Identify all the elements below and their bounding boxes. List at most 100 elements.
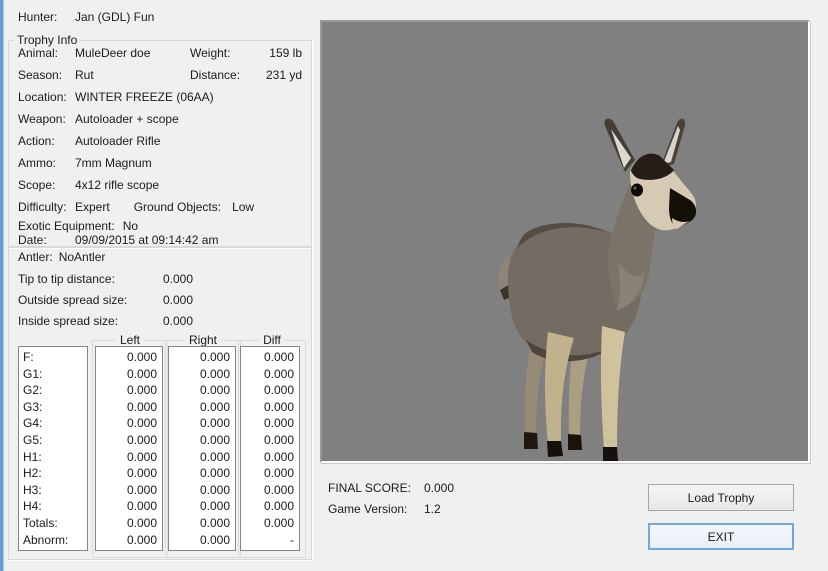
left-value: 0.000 [126, 432, 157, 447]
mule-deer-image [498, 118, 697, 461]
left-column-header: Left [115, 333, 145, 347]
diff-column-header: Diff [259, 333, 285, 347]
left-value: 0.000 [126, 466, 157, 481]
right-value: 0.000 [199, 432, 230, 447]
right-value: 0.000 [199, 366, 230, 381]
ammo-label: Ammo: [18, 156, 57, 170]
left-value: 0.000 [126, 383, 157, 398]
row-label: H2: [23, 466, 42, 481]
trophy-viewer-window: Hunter: Jan (GDL) Fun Trophy Info Animal… [0, 0, 828, 571]
right-value: 0.000 [199, 399, 230, 414]
date-row: Date: 09/09/2015 at 09:14:42 am [18, 233, 218, 247]
outside-spread-label: Outside spread size: [18, 293, 128, 307]
left-value: 0.000 [126, 350, 157, 364]
hunter-label: Hunter: [18, 10, 58, 24]
row-label: F: [23, 350, 34, 364]
weapon-row: Weapon: Autoloader + scope [18, 112, 179, 126]
scope-value: 4x12 rifle scope [75, 178, 160, 192]
difficulty-label: Difficulty: [18, 200, 67, 214]
row-label: H3: [23, 482, 42, 497]
weight-label: Weight: [190, 46, 231, 60]
right-value: 0.000 [199, 416, 230, 431]
animal-value: MuleDeer doe [75, 46, 151, 60]
exotic-equipment-label: Exotic Equipment: [18, 219, 115, 233]
season-label: Season: [18, 68, 63, 82]
antler-row: Antler: NoAntler [18, 250, 105, 264]
row-label: G5: [23, 432, 43, 447]
exit-button[interactable]: EXIT [648, 523, 794, 550]
season-value: Rut [75, 68, 94, 82]
ammo-value: 7mm Magnum [75, 156, 152, 170]
final-score-value: 0.000 [424, 481, 455, 495]
diff-values-listbox[interactable]: 0.000 0.000 0.000 0.000 0.000 0.000 0.00… [240, 346, 300, 551]
diff-value: 0.000 [263, 499, 294, 514]
row-label: Abnorm: [23, 532, 69, 547]
weapon-label: Weapon: [18, 112, 66, 126]
animal-label: Animal: [18, 46, 59, 60]
ground-objects-label: Ground Objects: [133, 200, 222, 214]
weapon-value: Autoloader + scope [75, 112, 179, 126]
diff-value: 0.000 [263, 416, 294, 431]
outside-spread-value: 0.000 [163, 293, 194, 307]
left-value: 0.000 [126, 366, 157, 381]
diff-value: - [290, 532, 294, 547]
right-value: 0.000 [199, 466, 230, 481]
row-label: G4: [23, 416, 43, 431]
right-value: 0.000 [199, 532, 230, 547]
trophy-info-legend: Trophy Info [14, 33, 81, 47]
diff-value: 0.000 [263, 383, 294, 398]
ground-objects-value: Low [232, 200, 255, 214]
diff-value: 0.000 [263, 466, 294, 481]
row-label: H4: [23, 499, 42, 514]
right-values-listbox[interactable]: 0.000 0.000 0.000 0.000 0.000 0.000 0.00… [168, 346, 236, 551]
diff-value: 0.000 [263, 366, 294, 381]
right-value: 0.000 [199, 350, 230, 364]
antler-value: NoAntler [58, 250, 106, 264]
diff-value: 0.000 [263, 399, 294, 414]
distance-label: Distance: [190, 68, 241, 82]
location-row: Location: WINTER FREEZE (06AA) [18, 90, 214, 104]
weight-value: 159 lb [269, 46, 302, 60]
difficulty-row: Difficulty: Expert Ground Objects: Low [18, 200, 254, 214]
row-label: G2: [23, 383, 43, 398]
right-value: 0.000 [199, 482, 230, 497]
difficulty-value: Expert [75, 200, 110, 214]
right-value: 0.000 [199, 449, 230, 464]
tip-to-tip-label: Tip to tip distance: [18, 272, 115, 286]
left-value: 0.000 [126, 416, 157, 431]
outside-spread-row: Outside spread size: 0.000 [18, 293, 193, 307]
diff-value: 0.000 [263, 432, 294, 447]
inside-spread-label: Inside spread size: [18, 314, 119, 328]
season-row: Season: Rut Distance: 231 yd [18, 68, 302, 82]
measurement-labels-listbox[interactable]: F: G1: G2: G3: G4: G5: H1: H2: H3: H4: T… [18, 346, 88, 551]
inside-spread-row: Inside spread size: 0.000 [18, 314, 193, 328]
hunter-row: Hunter: Jan (GDL) Fun [18, 10, 154, 24]
left-value: 0.000 [126, 532, 157, 547]
right-value: 0.000 [199, 499, 230, 514]
hunter-value: Jan (GDL) Fun [75, 10, 155, 24]
scope-row: Scope: 4x12 rifle scope [18, 178, 159, 192]
action-label: Action: [18, 134, 55, 148]
row-label: H1: [23, 449, 42, 464]
scope-label: Scope: [18, 178, 56, 192]
right-value: 0.000 [199, 515, 230, 530]
game-version-label: Game Version: [328, 502, 408, 516]
load-trophy-button[interactable]: Load Trophy [648, 484, 794, 511]
row-label: G1: [23, 366, 43, 381]
action-value: Autoloader Rifle [75, 134, 161, 148]
inside-spread-value: 0.000 [163, 314, 194, 328]
left-value: 0.000 [126, 399, 157, 414]
final-score-label: FINAL SCORE: [328, 481, 411, 495]
game-version-row: Game Version: 1.2 [328, 502, 441, 516]
right-column-header: Right [184, 333, 222, 347]
window-left-border [0, 0, 4, 571]
trophy-3d-viewport[interactable] [320, 20, 810, 463]
game-version-value: 1.2 [424, 502, 441, 516]
left-values-listbox[interactable]: 0.000 0.000 0.000 0.000 0.000 0.000 0.00… [95, 346, 163, 551]
right-value: 0.000 [199, 383, 230, 398]
left-value: 0.000 [126, 482, 157, 497]
tip-to-tip-row: Tip to tip distance: 0.000 [18, 272, 193, 286]
diff-value: 0.000 [263, 449, 294, 464]
row-label: Totals: [23, 515, 58, 530]
animal-row: Animal: MuleDeer doe Weight: 159 lb [18, 46, 302, 60]
